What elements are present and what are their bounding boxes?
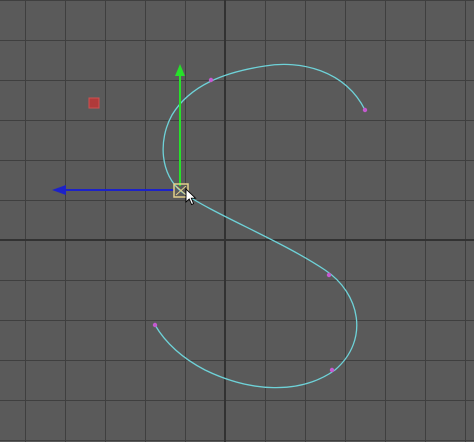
locator-marker[interactable] bbox=[88, 97, 100, 109]
curve-edit-point[interactable] bbox=[208, 77, 214, 83]
curve-edit-point[interactable] bbox=[326, 272, 332, 278]
nurbs-curve[interactable] bbox=[154, 63, 366, 389]
move-manipulator[interactable] bbox=[52, 64, 189, 198]
viewport-canvas[interactable] bbox=[0, 0, 474, 442]
curve-edit-point[interactable] bbox=[152, 322, 158, 328]
y-axis-arrow-icon[interactable] bbox=[175, 64, 185, 76]
mouse-cursor-icon bbox=[185, 187, 197, 206]
x-axis-arrow-icon[interactable] bbox=[52, 185, 66, 195]
curve-edit-point[interactable] bbox=[362, 107, 368, 113]
scene-layer[interactable] bbox=[0, 0, 474, 442]
curve-edit-point[interactable] bbox=[329, 367, 335, 373]
